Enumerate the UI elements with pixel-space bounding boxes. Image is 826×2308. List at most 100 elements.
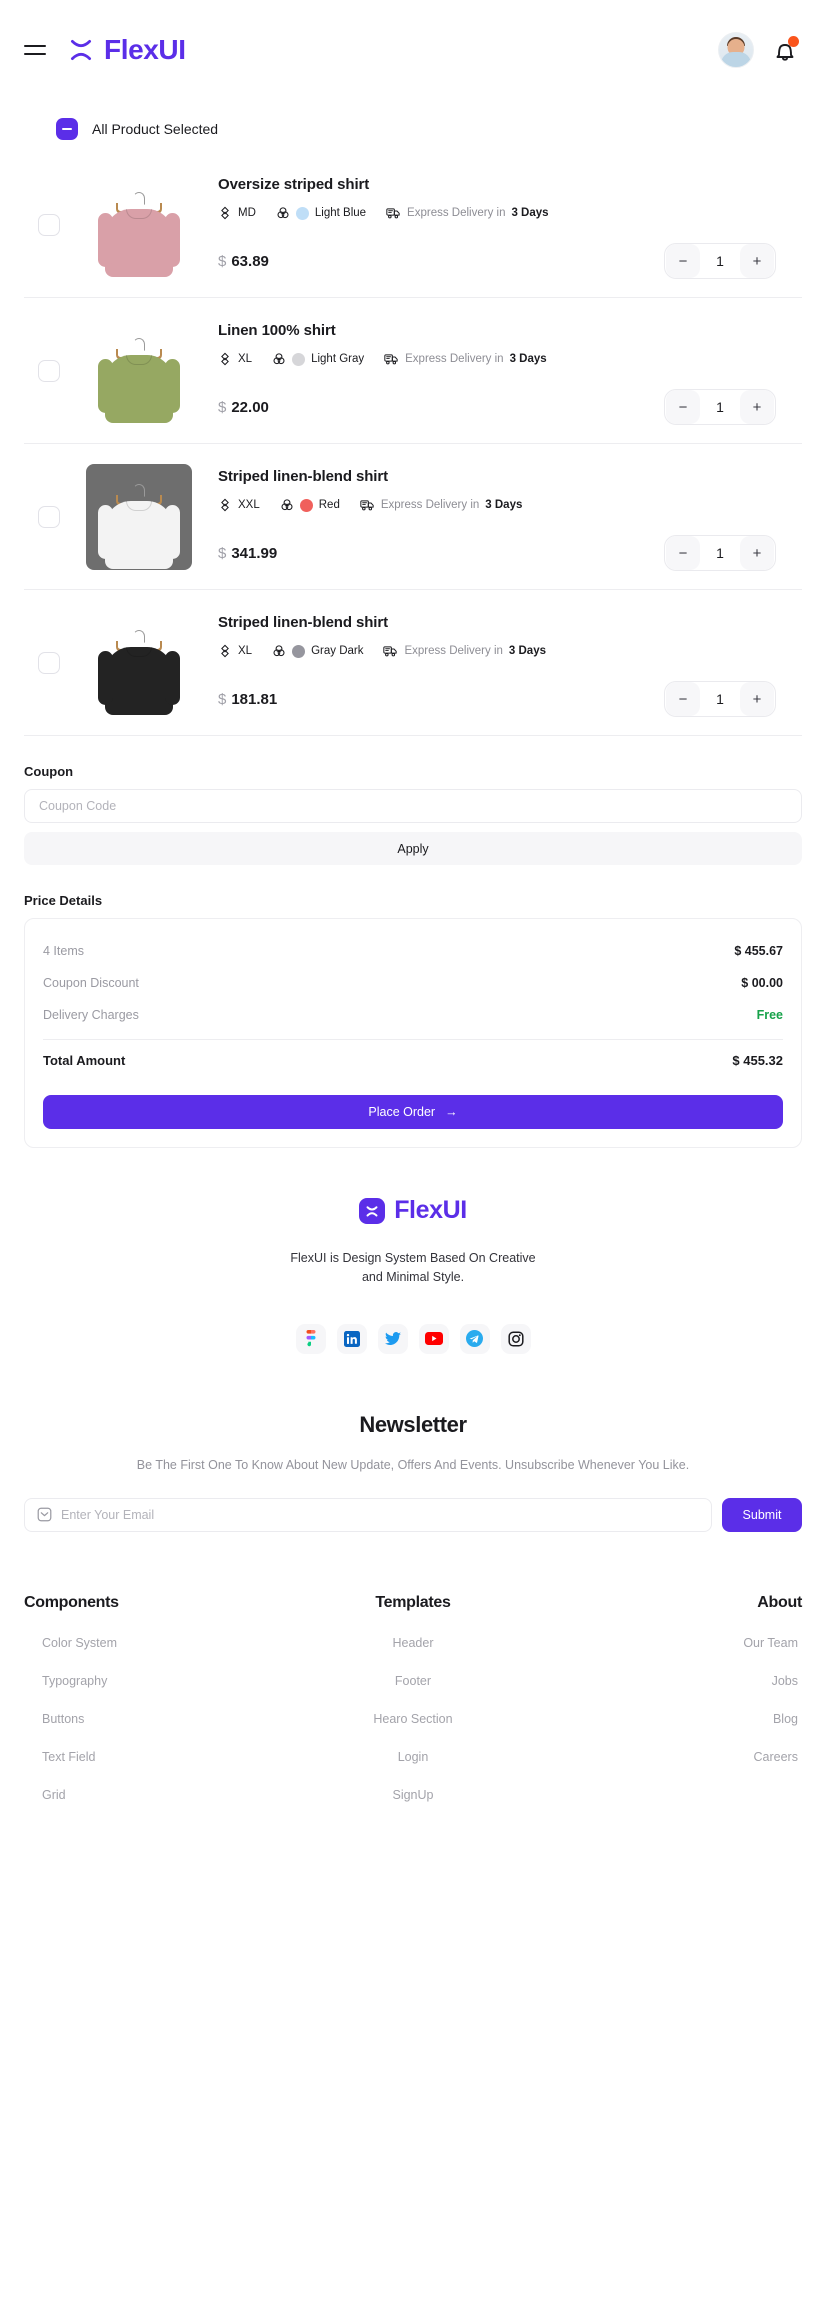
product-checkbox[interactable] <box>38 651 60 674</box>
quantity-value: 1 <box>716 545 724 561</box>
footer-link[interactable]: Text Field <box>24 1750 96 1764</box>
footer-link[interactable]: SignUp <box>392 1788 433 1802</box>
size-value: XXL <box>238 499 260 511</box>
footer-column: About Our Team Jobs Blog Careers <box>543 1594 802 1802</box>
color-attribute: Light Blue <box>276 206 366 220</box>
footer-link[interactable]: Typography <box>24 1674 107 1688</box>
place-order-button[interactable]: Place Order → <box>43 1095 783 1129</box>
youtube-icon[interactable] <box>418 1323 449 1354</box>
product-title: Linen 100% shirt <box>218 322 336 339</box>
color-icon <box>277 207 289 219</box>
increase-quantity-button[interactable]: + <box>740 682 774 716</box>
decrease-quantity-button[interactable]: − <box>666 244 700 278</box>
product-checkbox[interactable] <box>38 505 60 528</box>
currency-symbol: $ <box>218 398 227 416</box>
footer-column: Components Color System Typography Buttons T… <box>24 1594 283 1802</box>
footer-link[interactable]: Buttons <box>24 1712 84 1726</box>
size-value: XL <box>238 645 253 657</box>
place-order-label: Place Order <box>368 1105 436 1119</box>
newsletter-submit-button[interactable]: Submit <box>722 1497 802 1532</box>
twitter-icon[interactable] <box>377 1323 408 1354</box>
color-swatch <box>295 206 309 220</box>
footer-link[interactable]: Hearo Section <box>373 1712 452 1726</box>
coupon-input[interactable] <box>24 789 802 823</box>
product-checkbox[interactable] <box>38 359 60 382</box>
product-price-row: $63.89 − 1 + <box>218 243 792 283</box>
instagram-glyph-icon <box>507 1331 524 1347</box>
footer-link[interactable]: Footer <box>395 1674 431 1688</box>
cart-section: All Product Selected Oversize striped sh… <box>0 100 826 736</box>
flexui-mark-icon <box>359 1197 386 1224</box>
footer-logo[interactable]: FlexUI <box>24 1196 802 1225</box>
increase-quantity-button[interactable]: + <box>740 536 774 570</box>
product-price: $63.89 <box>218 253 269 270</box>
price-row-label: Coupon Discount <box>43 976 139 990</box>
garment-shape <box>98 354 180 423</box>
select-all-checkbox[interactable] <box>56 118 78 140</box>
newsletter-form: Submit <box>24 1497 802 1532</box>
footer-column-heading: Components <box>24 1593 119 1611</box>
select-all-row[interactable]: All Product Selected <box>24 100 802 152</box>
telegram-icon[interactable] <box>459 1323 490 1354</box>
product-thumbnail[interactable] <box>86 318 192 424</box>
product-title: Oversize striped shirt <box>218 176 370 193</box>
size-attribute: XL <box>218 352 252 366</box>
footer-link-columns: Components Color System Typography Buttons T… <box>24 1594 802 1822</box>
product-thumbnail[interactable] <box>86 610 192 716</box>
quantity-stepper[interactable]: − 1 + <box>664 389 776 425</box>
email-input[interactable] <box>61 1507 699 1522</box>
quantity-stepper[interactable]: − 1 + <box>664 243 776 279</box>
color-swatch <box>299 498 313 512</box>
product-thumbnail[interactable] <box>86 172 192 278</box>
quantity-stepper[interactable]: − 1 + <box>664 535 776 571</box>
notification-bell[interactable] <box>772 36 799 64</box>
price-row-label: 4 Items <box>43 944 84 958</box>
price-amount: 181.81 <box>231 690 278 708</box>
footer-link[interactable]: Login <box>398 1750 429 1764</box>
brand-logo[interactable]: FlexUI <box>68 34 186 66</box>
footer-link[interactable]: Grid <box>24 1788 66 1802</box>
footer-link[interactable]: Blog <box>773 1712 802 1726</box>
delivery-text: Express Delivery in <box>407 207 506 219</box>
footer-link[interactable]: Careers <box>754 1750 802 1764</box>
price-details-section: Price Details 4 Items $ 455.67 Coupon Dis… <box>0 893 826 1148</box>
product-row: Striped linen-blend shirt XXL Red Expres… <box>24 444 802 590</box>
instagram-icon[interactable] <box>500 1323 531 1354</box>
apply-coupon-button[interactable]: Apply <box>24 832 802 865</box>
linkedin-icon[interactable] <box>336 1323 367 1354</box>
price-amount: 341.99 <box>231 544 278 562</box>
quantity-stepper[interactable]: − 1 + <box>664 681 776 717</box>
footer-link[interactable]: Color System <box>24 1636 117 1650</box>
newsletter-section: Newsletter Be The First One To Know Abou… <box>24 1412 802 1532</box>
increase-quantity-button[interactable]: + <box>740 244 774 278</box>
delivery-truck-icon <box>386 208 400 219</box>
product-info: Striped linen-blend shirt XL Gray Dark E… <box>192 604 802 721</box>
currency-symbol: $ <box>218 544 227 562</box>
color-icon <box>273 645 285 657</box>
decrease-quantity-button[interactable]: − <box>666 390 700 424</box>
product-attributes: XXL Red Express Delivery in 3 Days <box>218 498 792 512</box>
figma-glyph-icon <box>306 1329 315 1346</box>
footer-link[interactable]: Our Team <box>743 1636 802 1650</box>
avatar-body <box>721 52 751 67</box>
shirt-image <box>98 629 180 716</box>
price-row-value: $ 00.00 <box>741 976 783 990</box>
product-attributes: XL Gray Dark Express Delivery in 3 Days <box>218 644 792 658</box>
avatar[interactable] <box>718 32 754 68</box>
footer-link[interactable]: Header <box>392 1636 433 1650</box>
decrease-quantity-button[interactable]: − <box>666 682 700 716</box>
hamburger-icon[interactable] <box>24 40 50 60</box>
total-row: Total Amount $ 455.32 <box>43 1044 783 1077</box>
increase-quantity-button[interactable]: + <box>740 390 774 424</box>
header-actions <box>718 32 799 68</box>
delivery-text: Express Delivery in <box>380 499 480 511</box>
total-label: Total Amount <box>43 1053 126 1068</box>
product-attributes: MD Light Blue Express Delivery in 3 Days <box>218 206 792 220</box>
product-thumbnail[interactable] <box>86 463 192 570</box>
product-checkbox[interactable] <box>38 213 60 236</box>
decrease-quantity-button[interactable]: − <box>666 536 700 570</box>
figma-icon[interactable] <box>295 1323 326 1354</box>
footer-link[interactable]: Jobs <box>772 1674 802 1688</box>
email-field-wrapper[interactable] <box>24 1497 712 1532</box>
price-row-value: Free <box>756 1008 783 1022</box>
